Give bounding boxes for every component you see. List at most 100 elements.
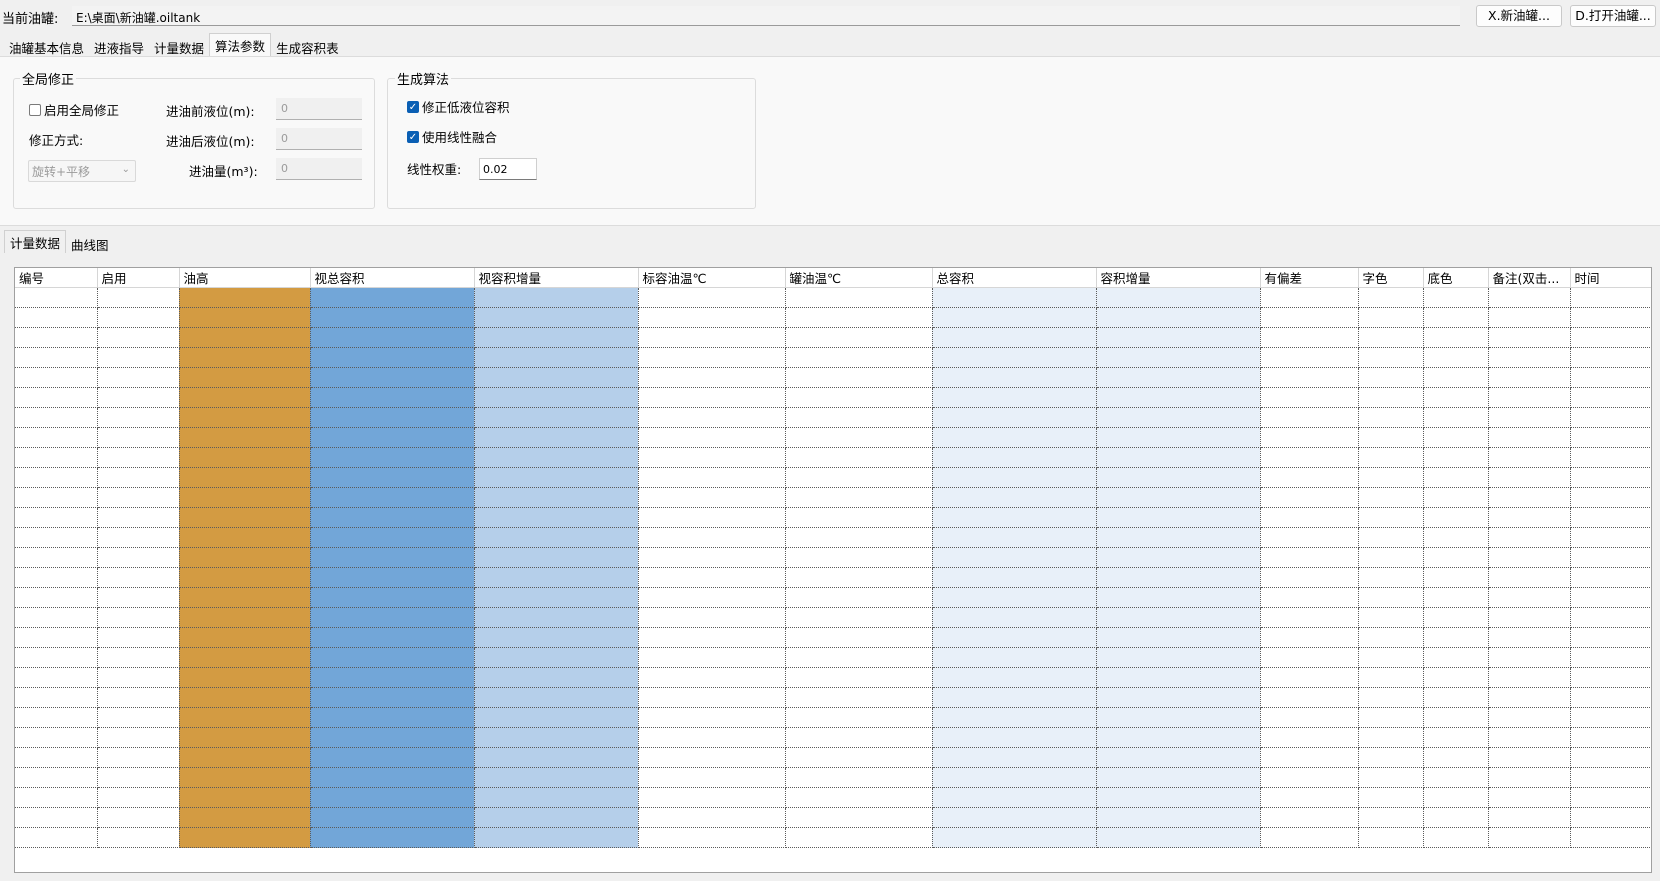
table-cell[interactable] (1358, 647, 1424, 668)
table-cell[interactable] (1423, 427, 1489, 448)
table-cell[interactable] (1096, 687, 1261, 708)
column-header[interactable]: 总容积 (932, 268, 1097, 288)
table-cell[interactable] (1096, 727, 1261, 748)
table-cell[interactable] (1358, 507, 1424, 528)
table-cell[interactable] (15, 547, 98, 568)
table-cell[interactable] (1423, 367, 1489, 388)
table-cell[interactable] (785, 827, 933, 848)
table-cell[interactable] (1358, 427, 1424, 448)
table-cell[interactable] (932, 807, 1097, 828)
table-cell[interactable] (1488, 487, 1571, 508)
table-cell[interactable] (785, 707, 933, 728)
table-cell[interactable] (1096, 787, 1261, 808)
table-cell[interactable] (1423, 527, 1489, 548)
table-cell[interactable] (15, 727, 98, 748)
table-cell[interactable] (785, 367, 933, 388)
table-cell[interactable] (1358, 827, 1424, 848)
table-cell[interactable] (1423, 627, 1489, 648)
table-cell[interactable] (179, 407, 311, 428)
table-cell[interactable] (310, 747, 475, 768)
table-cell[interactable] (1096, 827, 1261, 848)
table-row[interactable] (15, 507, 1651, 528)
table-cell[interactable] (932, 627, 1097, 648)
table-cell[interactable] (1570, 507, 1651, 528)
table-cell[interactable] (179, 747, 311, 768)
table-cell[interactable] (15, 307, 98, 328)
table-cell[interactable] (1260, 707, 1359, 728)
table-cell[interactable] (179, 567, 311, 588)
table-cell[interactable] (310, 667, 475, 688)
table-cell[interactable] (785, 467, 933, 488)
tab-measurement-data[interactable]: 计量数据 (149, 36, 209, 56)
table-cell[interactable] (1358, 747, 1424, 768)
table-cell[interactable] (1488, 747, 1571, 768)
table-cell[interactable] (1358, 327, 1424, 348)
table-cell[interactable] (1423, 347, 1489, 368)
table-cell[interactable] (97, 607, 180, 628)
table-cell[interactable] (15, 647, 98, 668)
table-cell[interactable] (1096, 287, 1261, 308)
table-cell[interactable] (932, 587, 1097, 608)
table-cell[interactable] (474, 727, 639, 748)
table-cell[interactable] (179, 587, 311, 608)
table-row[interactable] (15, 327, 1651, 348)
table-cell[interactable] (638, 587, 786, 608)
table-cell[interactable] (1260, 467, 1359, 488)
table-cell[interactable] (1488, 387, 1571, 408)
table-cell[interactable] (1488, 367, 1571, 388)
table-cell[interactable] (179, 727, 311, 748)
table-cell[interactable] (97, 547, 180, 568)
table-cell[interactable] (1260, 487, 1359, 508)
table-cell[interactable] (1423, 467, 1489, 488)
table-cell[interactable] (474, 327, 639, 348)
table-cell[interactable] (1260, 327, 1359, 348)
table-cell[interactable] (785, 487, 933, 508)
table-cell[interactable] (474, 347, 639, 368)
table-cell[interactable] (785, 307, 933, 328)
open-tank-button[interactable]: D.打开油罐... (1570, 5, 1656, 27)
table-cell[interactable] (474, 387, 639, 408)
table-cell[interactable] (310, 827, 475, 848)
table-cell[interactable] (1096, 407, 1261, 428)
table-cell[interactable] (1570, 767, 1651, 788)
column-header[interactable]: 编号 (15, 268, 98, 288)
table-cell[interactable] (785, 447, 933, 468)
table-row[interactable] (15, 827, 1651, 848)
table-cell[interactable] (785, 647, 933, 668)
table-cell[interactable] (1358, 287, 1424, 308)
table-cell[interactable] (932, 707, 1097, 728)
table-cell[interactable] (1570, 327, 1651, 348)
fill-volume-field[interactable]: 0 (276, 158, 362, 180)
table-cell[interactable] (1488, 627, 1571, 648)
table-cell[interactable] (474, 767, 639, 788)
table-cell[interactable] (932, 547, 1097, 568)
table-row[interactable] (15, 787, 1651, 808)
table-cell[interactable] (179, 787, 311, 808)
before-level-field[interactable]: 0 (276, 98, 362, 120)
table-cell[interactable] (1423, 667, 1489, 688)
table-cell[interactable] (1423, 307, 1489, 328)
table-cell[interactable] (1096, 607, 1261, 628)
table-cell[interactable] (1358, 387, 1424, 408)
column-header[interactable]: 视容积增量 (474, 268, 639, 288)
table-cell[interactable] (638, 747, 786, 768)
table-row[interactable] (15, 667, 1651, 688)
table-cell[interactable] (1260, 667, 1359, 688)
table-cell[interactable] (97, 367, 180, 388)
table-cell[interactable] (97, 407, 180, 428)
table-cell[interactable] (474, 447, 639, 468)
table-cell[interactable] (785, 627, 933, 648)
table-cell[interactable] (179, 627, 311, 648)
tab-algorithm-params[interactable]: 算法参数 (209, 33, 272, 56)
table-cell[interactable] (1423, 707, 1489, 728)
table-cell[interactable] (179, 707, 311, 728)
table-cell[interactable] (179, 827, 311, 848)
table-row[interactable] (15, 367, 1651, 388)
table-cell[interactable] (638, 567, 786, 588)
table-cell[interactable] (1260, 547, 1359, 568)
table-cell[interactable] (932, 667, 1097, 688)
tab-filling-guide[interactable]: 进液指导 (89, 36, 149, 56)
table-cell[interactable] (15, 827, 98, 848)
table-cell[interactable] (785, 347, 933, 368)
table-cell[interactable] (932, 447, 1097, 468)
